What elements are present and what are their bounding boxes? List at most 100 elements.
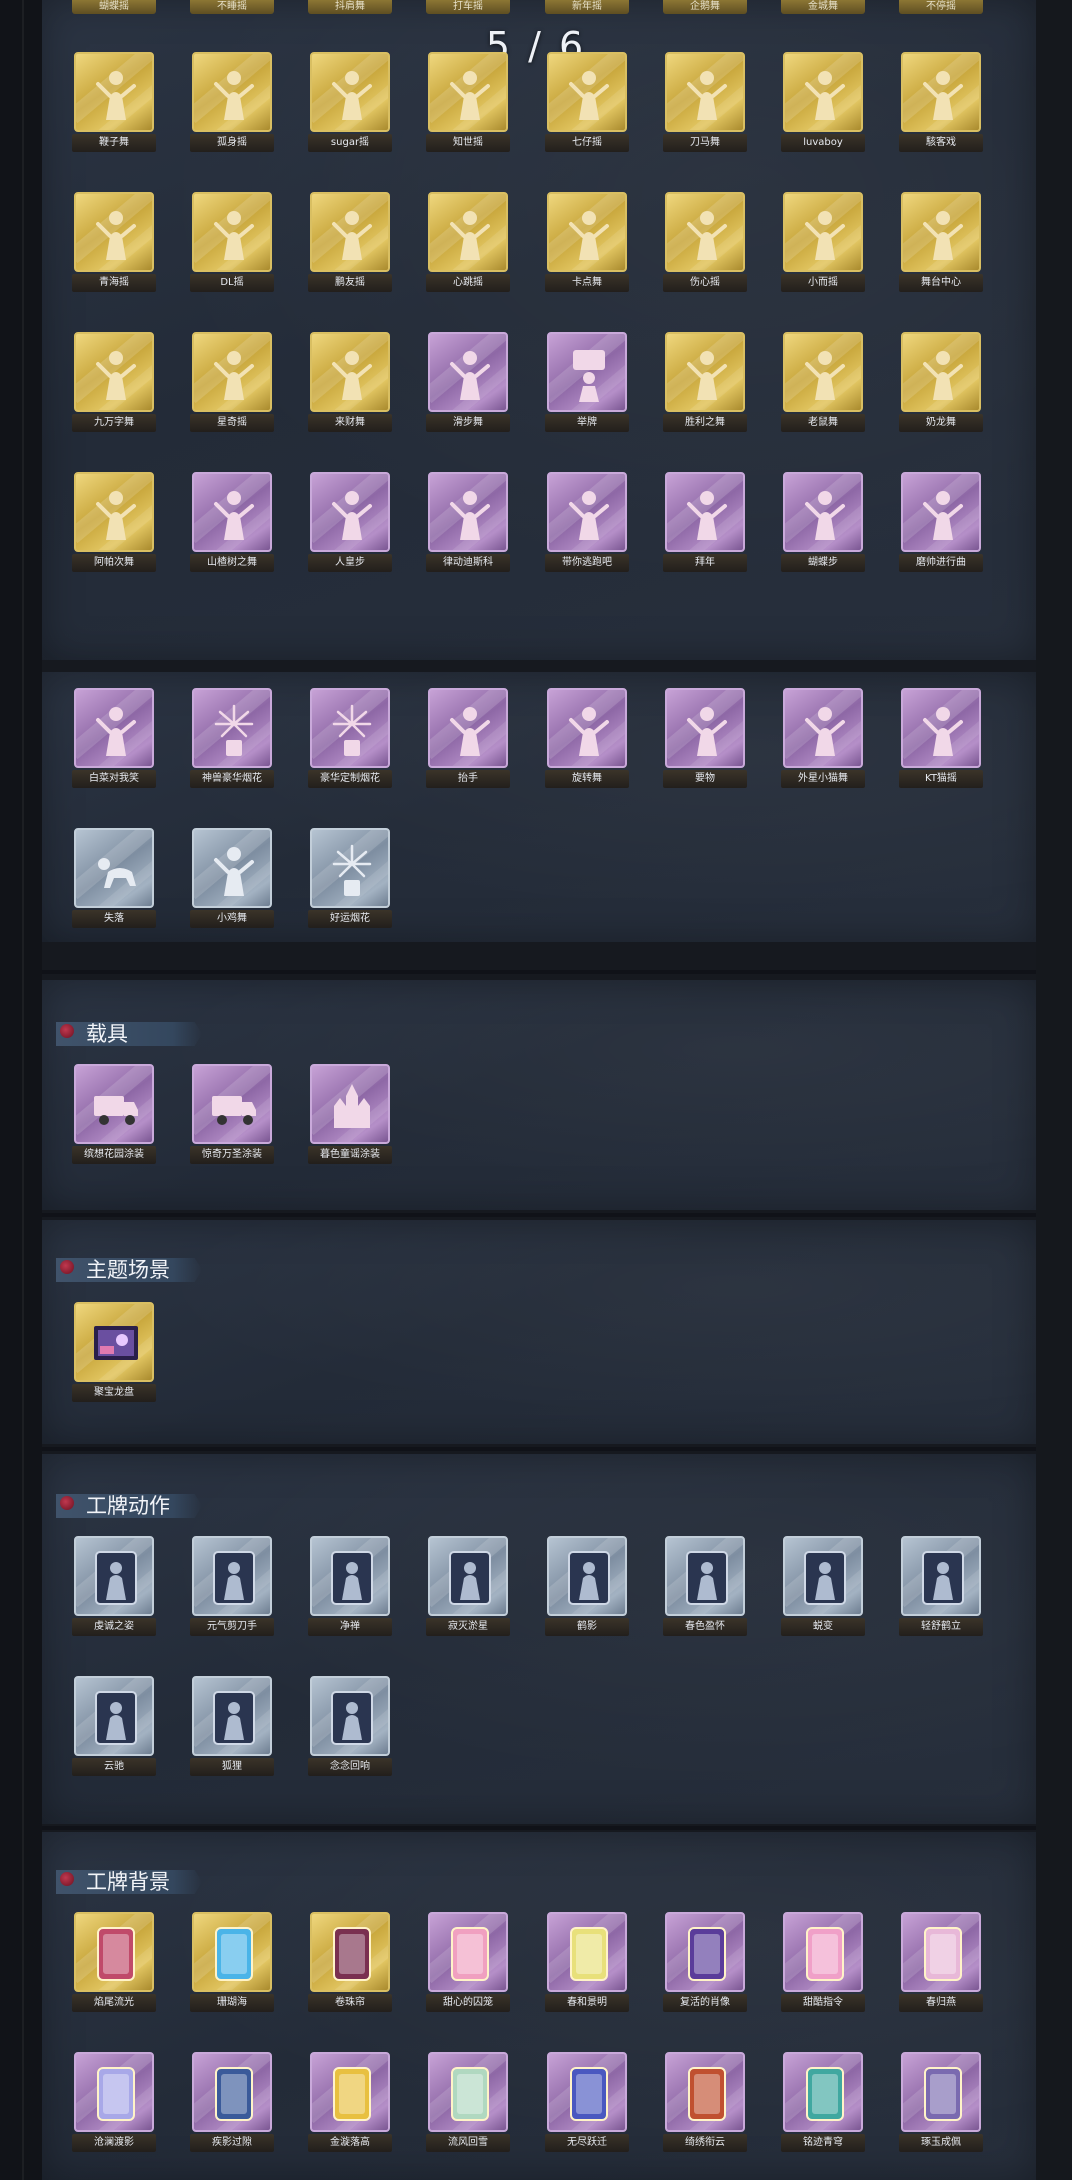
item-tile[interactable]: 舞台中心 [899, 192, 983, 298]
item-tile[interactable]: 奶龙舞 [899, 332, 983, 438]
top-row-item-label[interactable]: 打车摇 [426, 0, 510, 14]
item-tile[interactable]: 駭客戏 [899, 52, 983, 158]
badge-frame-icon [683, 2066, 731, 2122]
item-tile[interactable]: 失落 [72, 828, 156, 934]
item-label: 卡点舞 [545, 274, 629, 292]
item-tile[interactable]: 轻舒鹤立 [899, 1536, 983, 1642]
item-tile[interactable]: 七仔摇 [545, 52, 629, 158]
item-tile[interactable]: 九万字舞 [72, 332, 156, 438]
item-tile[interactable]: 蝴蝶步 [781, 472, 865, 578]
item-tile[interactable]: 心跳摇 [426, 192, 510, 298]
badge-figure-icon [801, 1550, 849, 1606]
badge-frame-icon [328, 2066, 376, 2122]
top-row-item-label[interactable]: 抖肩舞 [308, 0, 392, 14]
item-tile[interactable]: 疾影过隙 [190, 2052, 274, 2158]
top-row-item-label[interactable]: 金城舞 [781, 0, 865, 14]
item-tile[interactable]: sugar摇 [308, 52, 392, 158]
item-tile[interactable]: 甜心的囚笼 [426, 1912, 510, 2018]
item-tile[interactable]: 春和景明 [545, 1912, 629, 2018]
item-card-gold [901, 332, 981, 412]
item-tile[interactable]: 缤想花园涂装 [72, 1064, 156, 1170]
item-tile[interactable]: 寂灭淤星 [426, 1536, 510, 1642]
item-tile[interactable]: 青海摇 [72, 192, 156, 298]
item-card-purple [310, 472, 390, 552]
item-tile[interactable]: KT猫摇 [899, 688, 983, 794]
item-label: 暮色童谣涂装 [308, 1146, 392, 1164]
item-tile[interactable]: 卷珠帘 [308, 1912, 392, 2018]
item-label: 虔诚之姿 [72, 1618, 156, 1636]
item-tile[interactable]: 铭迹青穹 [781, 2052, 865, 2158]
item-tile[interactable]: 要物 [663, 688, 747, 794]
item-card-gold [783, 192, 863, 272]
item-card-blue [74, 1536, 154, 1616]
item-tile[interactable]: 星奇摇 [190, 332, 274, 438]
dancer-icon [801, 346, 849, 402]
item-label: 带你逃跑吧 [545, 554, 629, 572]
item-tile[interactable]: 来财舞 [308, 332, 392, 438]
item-tile[interactable]: 元气剪刀手 [190, 1536, 274, 1642]
top-row-item-label[interactable]: 不睡摇 [190, 0, 274, 14]
castle-icon [328, 1078, 376, 1134]
item-tile[interactable]: 豪华定制烟花 [308, 688, 392, 794]
item-tile[interactable]: 抬手 [426, 688, 510, 794]
item-tile[interactable]: 惊奇万圣涂装 [190, 1064, 274, 1170]
item-tile[interactable]: 暮色童谣涂装 [308, 1064, 392, 1170]
item-tile[interactable]: 聚宝龙盘 [72, 1302, 156, 1408]
item-tile[interactable]: 举牌 [545, 332, 629, 438]
item-tile[interactable]: 胜利之舞 [663, 332, 747, 438]
item-tile[interactable]: luvaboy [781, 52, 865, 158]
item-tile[interactable]: 流风回雪 [426, 2052, 510, 2158]
item-tile[interactable]: 虔诚之姿 [72, 1536, 156, 1642]
item-tile[interactable]: 复活的肖像 [663, 1912, 747, 2018]
item-label: 神兽豪华烟花 [190, 770, 274, 788]
item-tile[interactable]: 净禅 [308, 1536, 392, 1642]
item-tile[interactable]: 小而摇 [781, 192, 865, 298]
item-tile[interactable]: 山楂树之舞 [190, 472, 274, 578]
item-tile[interactable]: 狐狸 [190, 1676, 274, 1782]
item-tile[interactable]: 鞭子舞 [72, 52, 156, 158]
top-row-item-label[interactable]: 新年摇 [545, 0, 629, 14]
item-tile[interactable]: 念念回响 [308, 1676, 392, 1782]
item-tile[interactable]: 珊瑚海 [190, 1912, 274, 2018]
item-tile[interactable]: 春归燕 [899, 1912, 983, 2018]
item-tile[interactable]: 沧澜渡影 [72, 2052, 156, 2158]
item-tile[interactable]: 好运烟花 [308, 828, 392, 934]
item-tile[interactable]: 鹤影 [545, 1536, 629, 1642]
item-tile[interactable]: 拜年 [663, 472, 747, 578]
item-tile[interactable]: 白菜对我笑 [72, 688, 156, 794]
item-tile[interactable]: 滑步舞 [426, 332, 510, 438]
item-tile[interactable]: 焰尾流光 [72, 1912, 156, 2018]
item-tile[interactable]: 阿帕次舞 [72, 472, 156, 578]
item-tile[interactable]: 伤心摇 [663, 192, 747, 298]
item-tile[interactable]: 外星小猫舞 [781, 688, 865, 794]
item-tile[interactable]: 小鸡舞 [190, 828, 274, 934]
item-tile[interactable]: 绮绣衔云 [663, 2052, 747, 2158]
item-tile[interactable]: 金漩落高 [308, 2052, 392, 2158]
item-tile[interactable]: 甜酷指令 [781, 1912, 865, 2018]
item-tile[interactable]: 人皇步 [308, 472, 392, 578]
item-tile[interactable]: 蜕变 [781, 1536, 865, 1642]
item-tile[interactable]: 带你逃跑吧 [545, 472, 629, 578]
top-row-item-label[interactable]: 企鹅舞 [663, 0, 747, 14]
top-row-item-label[interactable]: 蝴蝶摇 [72, 0, 156, 14]
item-tile[interactable]: 律动迪斯科 [426, 472, 510, 578]
item-tile[interactable]: 神兽豪华烟花 [190, 688, 274, 794]
item-card-gold [547, 192, 627, 272]
top-row-item-label[interactable]: 不停摇 [899, 0, 983, 14]
item-tile[interactable]: 鹏友摇 [308, 192, 392, 298]
item-tile[interactable]: 云驰 [72, 1676, 156, 1782]
item-tile[interactable]: 卡点舞 [545, 192, 629, 298]
item-tile[interactable]: 旋转舞 [545, 688, 629, 794]
item-tile[interactable]: 琢玉成佩 [899, 2052, 983, 2158]
item-tile[interactable]: 老鼠舞 [781, 332, 865, 438]
item-tile[interactable]: 无尽跃迁 [545, 2052, 629, 2158]
item-tile[interactable]: DL摇 [190, 192, 274, 298]
item-label: 卷珠帘 [308, 1994, 392, 2012]
item-tile[interactable]: 磨帅进行曲 [899, 472, 983, 578]
item-tile[interactable]: 孤身摇 [190, 52, 274, 158]
item-card-purple [901, 472, 981, 552]
badge-frame-icon [92, 1926, 140, 1982]
item-tile[interactable]: 知世摇 [426, 52, 510, 158]
item-tile[interactable]: 刀马舞 [663, 52, 747, 158]
item-tile[interactable]: 春色盈怀 [663, 1536, 747, 1642]
